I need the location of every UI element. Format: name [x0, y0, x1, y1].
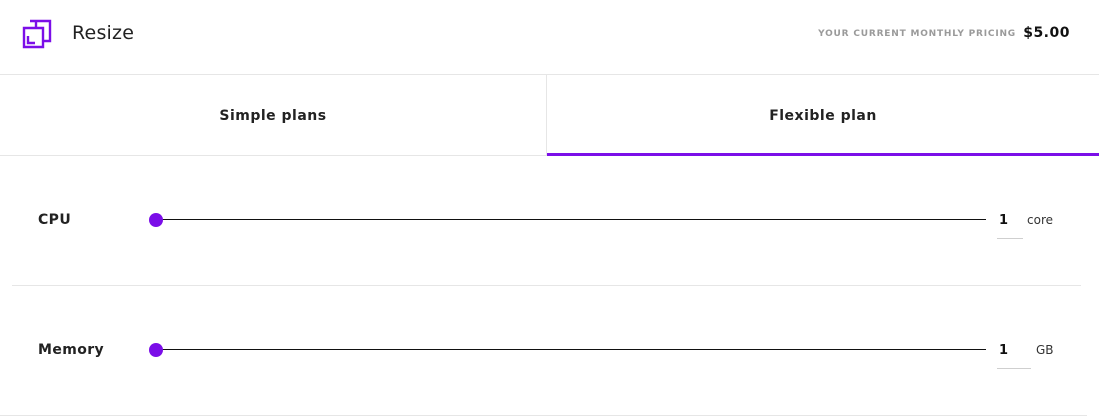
header: Resize YOUR CURRENT MONTHLY PRICING $5.0…: [0, 0, 1099, 75]
memory-label: Memory: [38, 342, 105, 358]
pricing-value: $5.00: [1023, 25, 1070, 41]
cpu-slider-thumb[interactable]: [149, 213, 163, 227]
cpu-row: CPU 1 core: [12, 156, 1081, 286]
cpu-slider-track[interactable]: [156, 219, 986, 220]
tab-flexible-plan[interactable]: Flexible plan: [547, 75, 1099, 156]
page-title: Resize: [72, 22, 135, 44]
resize-icon: [22, 19, 52, 49]
memory-row: Memory 1 GB: [0, 286, 1087, 416]
cpu-unit: core: [1027, 213, 1053, 227]
memory-value-input[interactable]: 1: [997, 343, 1031, 369]
cpu-label: CPU: [38, 212, 72, 228]
pricing-label: YOUR CURRENT MONTHLY PRICING: [818, 29, 1016, 39]
tab-simple-plans[interactable]: Simple plans: [0, 75, 547, 156]
memory-unit: GB: [1036, 343, 1054, 357]
memory-slider-track[interactable]: [156, 349, 986, 350]
cpu-value-input[interactable]: 1: [997, 213, 1023, 239]
plan-tabs: Simple plans Flexible plan: [0, 75, 1099, 156]
memory-slider-thumb[interactable]: [149, 343, 163, 357]
